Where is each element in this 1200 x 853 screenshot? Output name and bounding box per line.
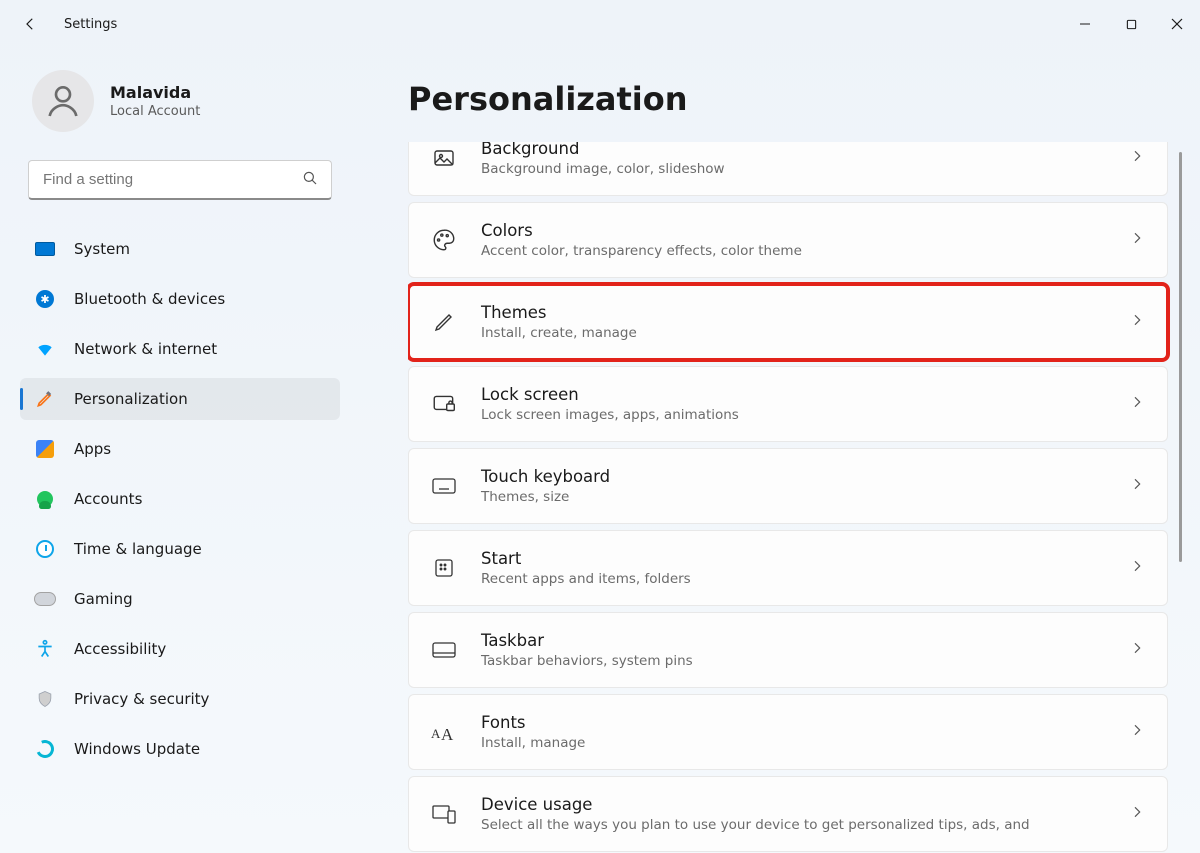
sidebar-item-label: Windows Update: [74, 740, 200, 758]
sidebar-item-label: Personalization: [74, 390, 188, 408]
card-title: Themes: [481, 303, 1107, 324]
card-themes[interactable]: Themes Install, create, manage: [408, 284, 1168, 360]
sidebar-item-label: Time & language: [74, 540, 202, 558]
sidebar-item-label: Gaming: [74, 590, 133, 608]
account-name: Malavida: [110, 83, 200, 102]
taskbar-icon: [429, 635, 459, 665]
sidebar-nav: System ✱ Bluetooth & devices Network & i…: [20, 228, 340, 770]
fonts-icon: AA: [429, 717, 459, 747]
card-sub: Install, create, manage: [481, 325, 1107, 341]
card-title: Device usage: [481, 795, 1107, 816]
card-background[interactable]: Background Background image, color, slid…: [408, 142, 1168, 196]
sidebar-item-time[interactable]: Time & language: [20, 528, 340, 570]
lockscreen-icon: [429, 389, 459, 419]
search-box[interactable]: [28, 160, 332, 200]
card-sub: Background image, color, slideshow: [481, 161, 1107, 177]
back-button[interactable]: [20, 14, 40, 34]
sidebar-item-bluetooth[interactable]: ✱ Bluetooth & devices: [20, 278, 340, 320]
scrollbar-thumb[interactable]: [1179, 152, 1182, 562]
chevron-right-icon: [1129, 640, 1145, 660]
chevron-right-icon: [1129, 804, 1145, 824]
clock-icon: [34, 538, 56, 560]
sidebar-item-gaming[interactable]: Gaming: [20, 578, 340, 620]
card-deviceusage[interactable]: Device usage Select all the ways you pla…: [408, 776, 1168, 852]
card-title: Colors: [481, 221, 1107, 242]
card-sub: Install, manage: [481, 735, 1107, 751]
sidebar-item-network[interactable]: Network & internet: [20, 328, 340, 370]
sidebar-item-label: Accessibility: [74, 640, 166, 658]
sidebar-item-privacy[interactable]: Privacy & security: [20, 678, 340, 720]
sidebar-item-personalization[interactable]: Personalization: [20, 378, 340, 420]
system-icon: [34, 238, 56, 260]
chevron-right-icon: [1129, 230, 1145, 250]
apps-icon: [34, 438, 56, 460]
minimize-button[interactable]: [1062, 5, 1108, 43]
search-input[interactable]: [29, 161, 331, 198]
card-colors[interactable]: Colors Accent color, transparency effect…: [408, 202, 1168, 278]
avatar: [32, 70, 94, 132]
sidebar-item-accounts[interactable]: Accounts: [20, 478, 340, 520]
chevron-right-icon: [1129, 148, 1145, 168]
sidebar-item-label: Network & internet: [74, 340, 217, 358]
maximize-button[interactable]: [1108, 5, 1154, 43]
device-icon: [429, 799, 459, 829]
accessibility-icon: [34, 638, 56, 660]
chevron-right-icon: [1129, 312, 1145, 332]
card-sub: Lock screen images, apps, animations: [481, 407, 1107, 423]
account-type: Local Account: [110, 104, 200, 119]
scrollbar[interactable]: [1178, 152, 1182, 852]
sidebar-item-label: Bluetooth & devices: [74, 290, 225, 308]
sidebar-item-label: Privacy & security: [74, 690, 209, 708]
svg-text:A: A: [441, 725, 454, 744]
card-sub: Select all the ways you plan to use your…: [481, 817, 1107, 833]
close-button[interactable]: [1154, 5, 1200, 43]
chevron-right-icon: [1129, 558, 1145, 578]
card-sub: Taskbar behaviors, system pins: [481, 653, 1107, 669]
palette-icon: [429, 225, 459, 255]
update-icon: [34, 738, 56, 760]
gamepad-icon: [34, 588, 56, 610]
search-icon: [301, 169, 319, 191]
svg-text:A: A: [431, 726, 441, 741]
card-lockscreen[interactable]: Lock screen Lock screen images, apps, an…: [408, 366, 1168, 442]
card-touchkeyboard[interactable]: Touch keyboard Themes, size: [408, 448, 1168, 524]
paintbrush-icon: [34, 388, 56, 410]
sidebar-item-update[interactable]: Windows Update: [20, 728, 340, 770]
window-title: Settings: [64, 17, 117, 32]
sidebar-item-accessibility[interactable]: Accessibility: [20, 628, 340, 670]
bluetooth-icon: ✱: [34, 288, 56, 310]
sidebar-item-label: System: [74, 240, 130, 258]
card-taskbar[interactable]: Taskbar Taskbar behaviors, system pins: [408, 612, 1168, 688]
chevron-right-icon: [1129, 476, 1145, 496]
shield-icon: [34, 688, 56, 710]
card-sub: Recent apps and items, folders: [481, 571, 1107, 587]
start-icon: [429, 553, 459, 583]
sidebar-item-apps[interactable]: Apps: [20, 428, 340, 470]
card-title: Lock screen: [481, 385, 1107, 406]
accounts-icon: [34, 488, 56, 510]
keyboard-icon: [429, 471, 459, 501]
card-title: Background: [481, 142, 1107, 160]
card-title: Fonts: [481, 713, 1107, 734]
wifi-icon: [34, 338, 56, 360]
card-title: Start: [481, 549, 1107, 570]
image-icon: [429, 143, 459, 173]
card-title: Touch keyboard: [481, 467, 1107, 488]
card-start[interactable]: Start Recent apps and items, folders: [408, 530, 1168, 606]
sidebar-item-label: Accounts: [74, 490, 142, 508]
card-sub: Accent color, transparency effects, colo…: [481, 243, 1107, 259]
sidebar-item-system[interactable]: System: [20, 228, 340, 270]
card-sub: Themes, size: [481, 489, 1107, 505]
card-title: Taskbar: [481, 631, 1107, 652]
pen-icon: [429, 307, 459, 337]
account-block[interactable]: Malavida Local Account: [32, 70, 340, 132]
card-fonts[interactable]: AA Fonts Install, manage: [408, 694, 1168, 770]
sidebar-item-label: Apps: [74, 440, 111, 458]
chevron-right-icon: [1129, 394, 1145, 414]
page-title: Personalization: [408, 80, 1176, 118]
chevron-right-icon: [1129, 722, 1145, 742]
